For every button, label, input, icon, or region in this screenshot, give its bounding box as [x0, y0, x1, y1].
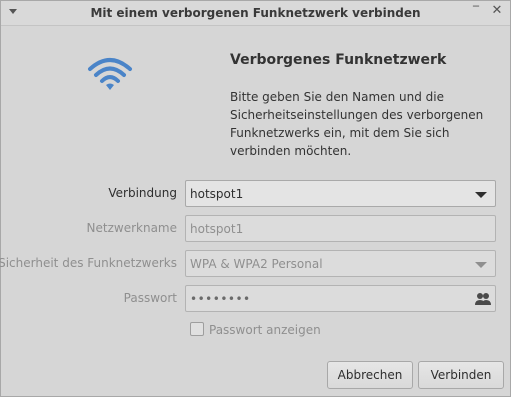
connect-button[interactable]: Verbinden — [418, 361, 504, 389]
window-title: Mit einem verborgenen Funknetzwerk verbi… — [90, 6, 421, 20]
password-value: •••••••• — [190, 292, 251, 306]
users-icon[interactable] — [474, 291, 492, 307]
chevron-down-icon — [475, 192, 487, 198]
close-icon[interactable]: ✕ — [491, 4, 503, 18]
show-password-label: Passwort anzeigen — [209, 323, 321, 337]
password-field[interactable]: •••••••• — [185, 285, 496, 312]
network-name-label: Netzwerkname — [86, 221, 177, 235]
network-name-field[interactable]: hotspot1 — [185, 215, 496, 242]
connection-value: hotspot1 — [190, 187, 244, 201]
security-label: Sicherheit des Funknetzwerks — [0, 256, 177, 270]
dialog-description: Bitte geben Sie den Namen und die Sicher… — [230, 90, 484, 158]
dialog-heading: Verborgenes Funknetzwerk — [230, 52, 447, 68]
security-combo[interactable]: WPA & WPA2 Personal — [185, 250, 496, 277]
network-name-value: hotspot1 — [190, 222, 244, 236]
password-label: Passwort — [123, 291, 177, 305]
title-bar: Mit einem verborgenen Funknetzwerk verbi… — [1, 1, 510, 26]
security-value: WPA & WPA2 Personal — [190, 257, 323, 271]
wifi-icon — [88, 58, 132, 90]
show-password-checkbox[interactable] — [190, 322, 204, 336]
connection-label: Verbindung — [108, 186, 177, 200]
dialog-window: Mit einem verborgenen Funknetzwerk verbi… — [0, 0, 511, 397]
minimize-icon[interactable]: ‾ — [473, 5, 483, 17]
cancel-button[interactable]: Abbrechen — [327, 361, 413, 389]
chevron-down-icon — [475, 262, 487, 268]
connection-combo[interactable]: hotspot1 — [185, 180, 496, 207]
